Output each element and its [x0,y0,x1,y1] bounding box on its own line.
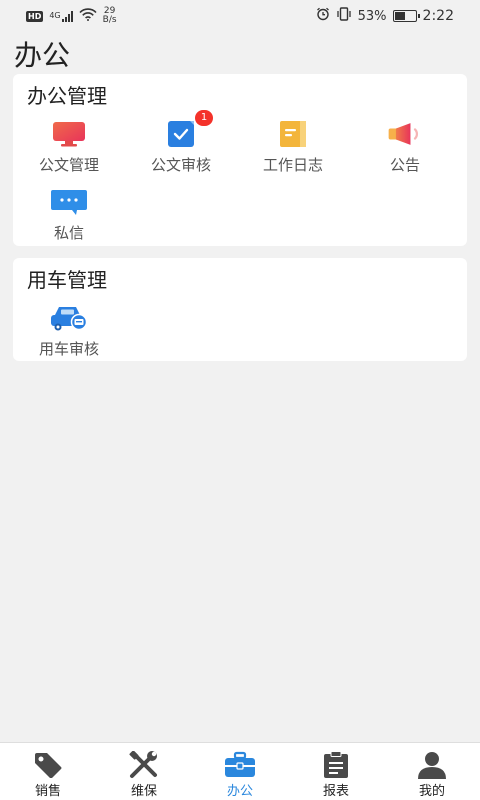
wifi-icon [79,7,97,25]
tools-icon [127,751,161,779]
clipboard-icon [319,751,353,779]
bottom-tab-bar: 销售 维保 办公 报表 我的 [0,742,480,800]
megaphone-icon [385,118,425,150]
item-label: 公告 [389,156,420,174]
status-right: 53% 2:22 [316,7,454,25]
chat-bubble-icon [49,186,89,218]
battery-percent: 53% [357,8,387,24]
check-doc-icon: 1 [161,110,213,150]
item-label: 公文管理 [38,156,99,174]
vehicle-management-card: 用车管理 用车审核 [13,258,467,361]
item-label: 用车审核 [38,340,99,358]
hd-indicator: HD [26,10,44,22]
notebook-icon [273,118,313,150]
item-label: 私信 [53,224,84,242]
tag-icon [31,751,65,779]
alarm-icon [316,7,330,25]
status-bar: HD 4G 29 B/s 53% 2:22 [0,0,480,32]
tab-label: 我的 [418,784,445,799]
tab-label: 销售 [34,784,61,799]
tab-label: 报表 [322,784,349,799]
section-title: 用车管理 [27,268,107,292]
signal-icon: 4G [49,10,73,22]
item-label: 工作日志 [262,156,323,174]
monitor-icon [49,118,89,150]
notification-badge: 1 [195,110,213,126]
private-message-item[interactable]: 私信 [13,186,125,243]
page-title: 办公 [14,39,71,72]
tab-office[interactable]: 办公 [192,743,288,800]
office-management-card: 办公管理 公文管理 1 公文审核 工作日志 公告 私信 [13,74,467,246]
briefcase-icon [223,751,257,779]
vibrate-icon [336,7,352,25]
person-icon [415,751,449,779]
document-management-item[interactable]: 公文管理 [13,118,125,175]
section-title: 办公管理 [27,84,107,108]
document-review-item[interactable]: 1 公文审核 [125,110,237,175]
status-left: HD 4G 29 B/s [26,7,117,25]
tab-me[interactable]: 我的 [384,743,480,800]
tab-label: 办公 [226,784,253,799]
vehicle-review-item[interactable]: 用车审核 [13,302,125,359]
network-speed: 29 B/s [102,6,117,25]
tab-label: 维保 [130,784,157,799]
work-log-item[interactable]: 工作日志 [237,118,349,175]
tab-maintenance[interactable]: 维保 [96,743,192,800]
car-check-icon [49,302,89,334]
clock: 2:22 [422,8,454,24]
announcement-item[interactable]: 公告 [349,118,461,175]
battery-icon [392,10,420,22]
tab-sales[interactable]: 销售 [0,743,96,800]
tab-reports[interactable]: 报表 [288,743,384,800]
network-type: 4G [49,10,61,20]
item-label: 公文审核 [150,156,211,174]
